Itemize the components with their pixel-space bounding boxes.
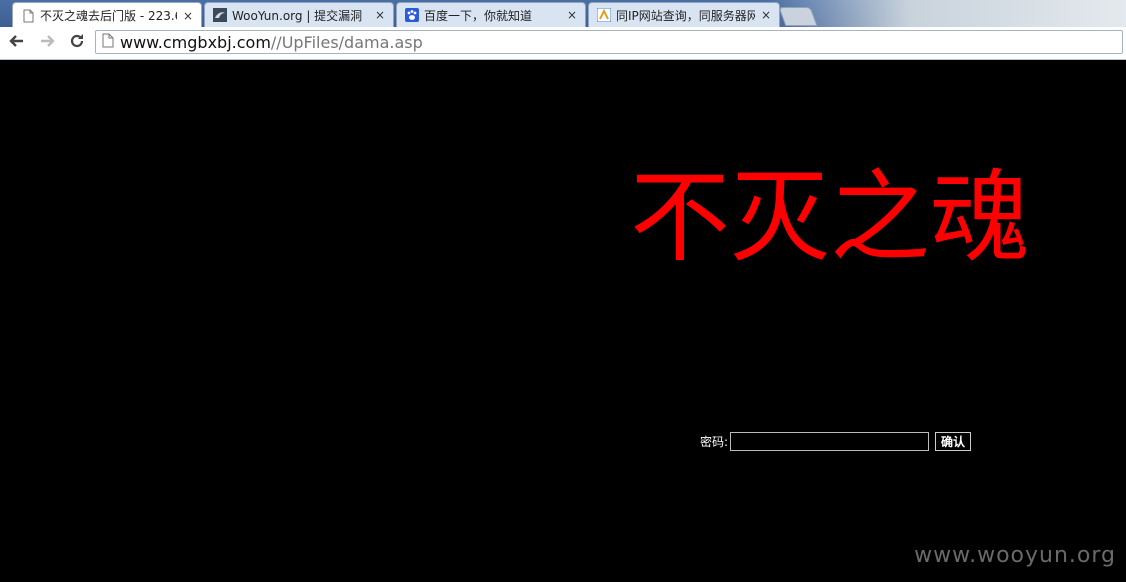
wooyun-icon [213,8,227,22]
close-icon[interactable]: × [565,8,579,22]
tab-wooyun[interactable]: WooYun.org | 提交漏洞 × [204,2,394,27]
confirm-button[interactable]: 确认 [935,432,972,451]
close-icon[interactable]: × [181,9,195,23]
address-bar[interactable]: www.cmgbxbj.com//UpFiles/dama.asp [95,30,1123,54]
baidu-paw-icon [405,8,419,22]
browser-toolbar: www.cmgbxbj.com//UpFiles/dama.asp [0,27,1126,60]
close-icon[interactable]: × [759,8,773,22]
back-arrow-icon [8,32,26,54]
tab-dama[interactable]: 不灭之魂去后门版 - 223.6 × [12,2,202,27]
close-icon[interactable]: × [373,8,387,22]
tab-title: WooYun.org | 提交漏洞 [232,8,363,23]
reload-icon [68,32,86,54]
reload-button[interactable] [64,30,90,56]
page-title: 不灭之魂 [630,159,1030,276]
url-path: //UpFiles/dama.asp [270,32,423,52]
watermark: www.wooyun.org [914,543,1116,568]
tab-same-ip[interactable]: 同IP网站查询，同服务器网 × [588,2,780,27]
login-form: 密码: 确认 [700,432,972,451]
ip-site-icon [597,8,611,22]
tab-title: 不灭之魂去后门版 - 223.6 [40,9,177,23]
url-host: www.cmgbxbj.com [120,32,271,52]
forward-arrow-icon [38,32,56,54]
tab-baidu[interactable]: 百度一下，你就知道 × [396,2,586,27]
new-tab-button[interactable] [778,7,818,26]
back-button[interactable] [4,30,30,56]
page-icon [102,33,114,52]
password-label: 密码: [700,435,729,449]
password-field[interactable] [730,432,930,451]
tab-title: 同IP网站查询，同服务器网 [616,8,755,23]
tab-title: 百度一下，你就知道 [424,8,533,23]
forward-button[interactable] [34,30,60,56]
page-content: 不灭之魂 密码: 确认 www.wooyun.org [0,60,1126,582]
page-icon [21,9,35,23]
tab-strip: 不灭之魂去后门版 - 223.6 × WooYun.org | 提交漏洞 × 百… [0,0,1126,27]
window-background [766,0,1126,27]
